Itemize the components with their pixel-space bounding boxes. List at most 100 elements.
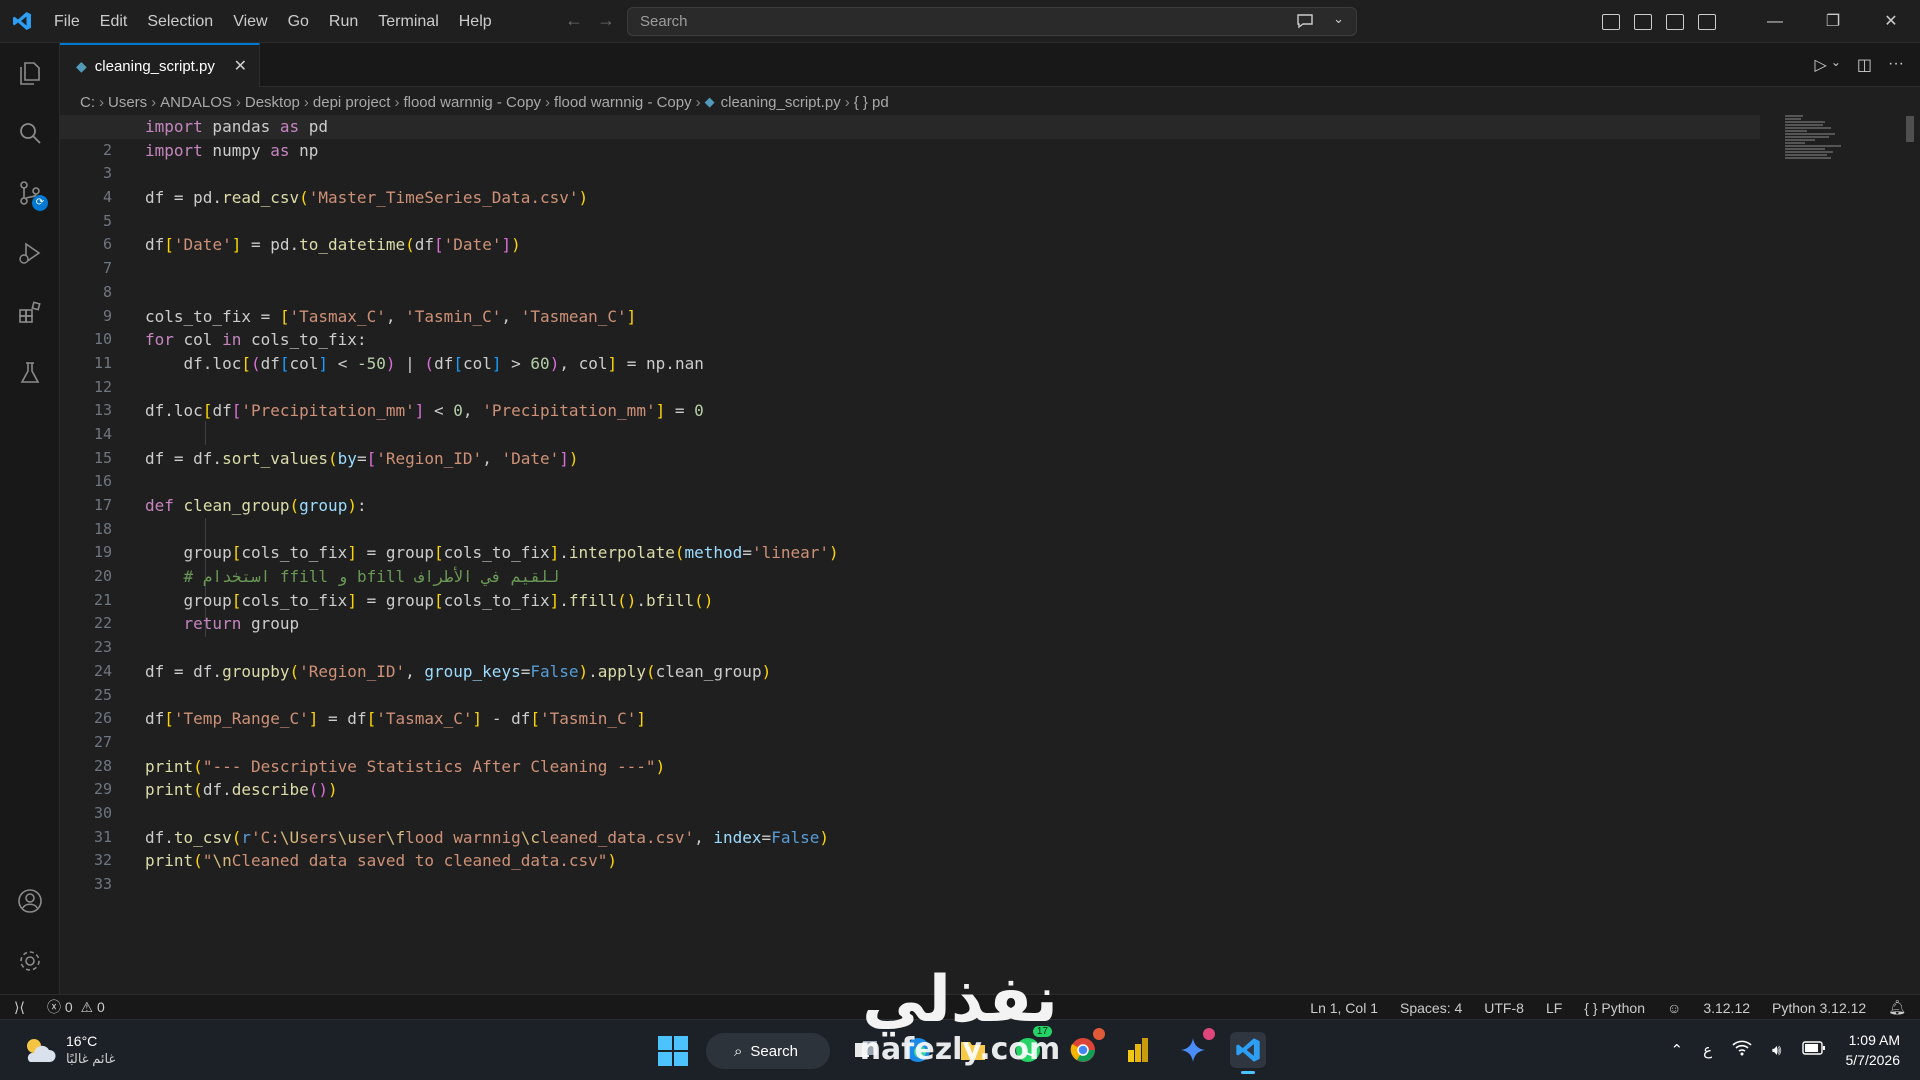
line-number: 13 [93, 401, 112, 420]
code-line: # استخدام ffill و bfill للقيم في الأطراف [183, 567, 560, 587]
python-file-icon: ◆ [704, 94, 715, 109]
code-line: df = df.sort_values(by=['Region_ID', 'Da… [145, 448, 579, 468]
code-line: import numpy as np [145, 140, 319, 160]
breadcrumb-item[interactable]: C: [80, 94, 95, 111]
start-tile-icon [658, 1052, 672, 1066]
file-explorer-icon[interactable] [955, 1032, 991, 1068]
problems-indicator[interactable]: ⓧ 0 ⚠ 0 [47, 997, 105, 1017]
tab-cleaning-script[interactable]: ◆ cleaning_script.py ✕ [60, 43, 260, 87]
python-version[interactable]: 3.12.12 [1703, 1000, 1750, 1016]
indentation[interactable]: Spaces: 4 [1400, 1000, 1462, 1016]
notifications-bell-icon[interactable]: 🔔︎ [1888, 999, 1906, 1016]
restore-icon[interactable]: ❐ [1804, 0, 1862, 43]
input-language-indicator[interactable]: ع [1703, 1041, 1712, 1059]
code-line: df = pd.read_csv('Master_TimeSeries_Data… [145, 188, 589, 208]
cloud-weather-icon [27, 1039, 56, 1062]
toggle-primary-sidebar-icon[interactable] [1634, 13, 1652, 30]
customize-layout-icon[interactable] [1602, 13, 1620, 30]
breadcrumb-item[interactable]: flood warnnig - Copy [403, 94, 541, 111]
settings-gear-icon[interactable] [14, 945, 46, 977]
source-control-icon[interactable]: ⟳ [14, 177, 48, 211]
copilot-chat-icon[interactable] [1296, 13, 1314, 33]
explorer-icon[interactable] [14, 57, 46, 89]
whatsapp-icon[interactable]: 17 [1010, 1026, 1052, 1068]
copilot-icon[interactable]: ☺ [1667, 1000, 1681, 1016]
sync-badge-icon: ⟳ [32, 195, 48, 211]
run-debug-icon[interactable] [14, 237, 46, 269]
menu-terminal[interactable]: Terminal [368, 0, 448, 43]
run-python-file-icon[interactable]: ▷ [1815, 55, 1827, 75]
menu-selection[interactable]: Selection [137, 0, 223, 43]
breadcrumb-item[interactable]: Desktop [245, 94, 300, 111]
start-button[interactable] [658, 1036, 688, 1066]
remote-indicator-icon[interactable]: ⟩⟨ [14, 999, 25, 1016]
minimize-icon[interactable]: — [1746, 0, 1804, 43]
menu-help[interactable]: Help [449, 0, 502, 43]
split-editor-icon[interactable]: ◫ [1857, 55, 1872, 75]
close-window-icon[interactable]: ✕ [1862, 0, 1920, 43]
gemini-app-icon[interactable] [1175, 1028, 1215, 1068]
breadcrumb-separator-icon: › [303, 93, 309, 111]
breadcrumb-item[interactable]: Users [108, 94, 147, 111]
toggle-secondary-sidebar-icon[interactable] [1698, 13, 1716, 30]
line-number: 17 [93, 496, 112, 514]
start-tile-icon [674, 1052, 688, 1066]
volume-icon[interactable]: 🔊︎ [1772, 1042, 1781, 1059]
code-editor[interactable]: 1 2 3 4 5 6 7 8 9 10 11 12 13 14 15 16 1… [60, 115, 1920, 994]
search-icon: ⌕ [734, 1042, 743, 1060]
power-bi-icon[interactable] [1120, 1032, 1156, 1068]
code-line: group[cols_to_fix] = group[cols_to_fix].… [145, 543, 839, 563]
task-view-icon[interactable] [848, 1032, 884, 1068]
menu-go[interactable]: Go [278, 0, 319, 43]
breadcrumb-symbol[interactable]: { } pd [854, 94, 889, 111]
warning-count: 0 [96, 999, 105, 1015]
clock[interactable]: 1:09 AM 5/7/2026 [1846, 1030, 1901, 1070]
breadcrumb-item[interactable]: cleaning_script.py [721, 94, 841, 111]
cursor-position[interactable]: Ln 1, Col 1 [1310, 1000, 1378, 1016]
end-of-line[interactable]: LF [1546, 1000, 1562, 1016]
toggle-panel-icon[interactable] [1666, 13, 1684, 30]
edge-browser-icon[interactable] [900, 1032, 936, 1068]
menu-file[interactable]: File [44, 0, 90, 43]
breadcrumb-item[interactable]: ANDALOS [160, 94, 232, 111]
file-encoding[interactable]: UTF-8 [1484, 1000, 1524, 1016]
show-hidden-icons-chevron-icon[interactable]: ⌃ [1671, 1041, 1684, 1059]
search-icon[interactable] [14, 117, 46, 149]
line-number: 4 [102, 188, 112, 207]
editor-scrollbar[interactable] [1906, 116, 1914, 142]
minimap[interactable] [1785, 115, 1865, 185]
line-number-gutter: 1 2 3 4 5 6 7 8 9 10 11 12 13 14 15 16 1… [60, 115, 120, 897]
close-tab-icon[interactable]: ✕ [234, 56, 247, 76]
run-dropdown-chevron-icon[interactable]: ⌄ [1831, 55, 1841, 75]
weather-widget[interactable]: 16°C غائم غالبًا [22, 1032, 115, 1068]
weather-condition: غائم غالبًا [66, 1051, 116, 1066]
wifi-icon[interactable] [1732, 1040, 1752, 1060]
menu-run[interactable]: Run [319, 0, 368, 43]
chevron-down-icon[interactable]: ⌄ [1333, 11, 1344, 27]
menu-edit[interactable]: Edit [90, 0, 138, 43]
profile-badge-icon [1093, 1028, 1105, 1040]
more-actions-icon[interactable]: ··· [1888, 55, 1904, 75]
accounts-icon[interactable] [14, 885, 46, 917]
battery-icon[interactable] [1801, 1041, 1826, 1059]
breadcrumb-item[interactable]: flood warnnig - Copy [554, 94, 692, 111]
extensions-icon[interactable] [14, 297, 46, 329]
testing-flask-icon[interactable] [14, 357, 46, 389]
language-mode[interactable]: { } Python [1584, 1000, 1645, 1016]
status-left: ⟩⟨ ⓧ 0 ⚠ 0 [0, 997, 105, 1017]
chrome-browser-icon[interactable] [1065, 1028, 1105, 1068]
breadcrumb-separator-icon: › [235, 93, 241, 111]
taskbar-search[interactable]: ⌕ Search [706, 1033, 830, 1069]
search-placeholder: Search [640, 13, 688, 30]
line-number: 6 [102, 235, 112, 254]
forward-arrow-icon[interactable]: → [597, 10, 615, 31]
back-arrow-icon[interactable]: ← [565, 10, 583, 31]
code-line: print("--- Descriptive Statistics After … [145, 756, 666, 776]
vscode-taskbar-icon[interactable] [1230, 1032, 1266, 1074]
breadcrumb-item[interactable]: depi project [313, 94, 391, 111]
command-center-search[interactable]: Search ⌄ [627, 7, 1357, 36]
python-interpreter[interactable]: Python 3.12.12 [1772, 1000, 1866, 1016]
menu-view[interactable]: View [223, 0, 277, 43]
